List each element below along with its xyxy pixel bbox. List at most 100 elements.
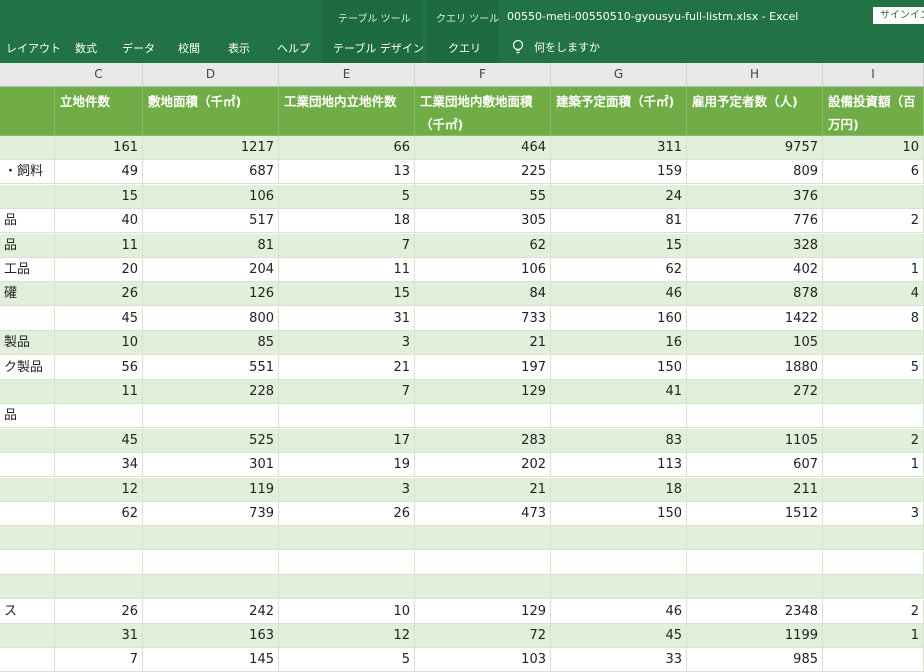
data-cell[interactable]: 145 [143,648,279,672]
row-label-cell[interactable]: 品 [0,404,55,429]
data-cell[interactable]: 105 [687,331,823,356]
data-cell[interactable]: 402 [687,258,823,282]
data-cell[interactable]: 11 [55,233,143,258]
data-cell[interactable]: 45 [551,624,687,648]
tab-help[interactable]: ヘルプ [277,40,310,56]
data-cell[interactable]: 3 [279,331,415,356]
data-cell[interactable] [823,233,924,258]
data-cell[interactable]: 56 [55,355,143,380]
data-cell[interactable]: 1422 [687,306,823,331]
data-cell[interactable]: 85 [143,331,279,356]
data-cell[interactable]: 473 [415,502,551,526]
tell-me-search[interactable]: 何をしますか [512,38,600,56]
data-cell[interactable]: 687 [143,160,279,185]
data-cell[interactable]: 160 [551,306,687,331]
header-cell[interactable]: 工業団地内敷地面積（千㎡) [415,87,551,136]
data-cell[interactable]: 106 [143,184,279,209]
data-cell[interactable]: 16 [551,331,687,356]
header-cell[interactable]: 雇用予定者数（人) [687,87,823,136]
data-cell[interactable]: 228 [143,380,279,404]
row-label-cell[interactable]: 礶 [0,282,55,307]
data-cell[interactable]: 106 [415,258,551,282]
data-cell[interactable]: 7 [279,233,415,258]
data-cell[interactable] [55,404,143,429]
column-header-i[interactable]: I [823,63,924,86]
data-cell[interactable]: 2 [823,599,924,624]
data-cell[interactable]: 150 [551,502,687,526]
data-cell[interactable] [687,404,823,429]
column-header-d[interactable]: D [143,63,279,86]
row-label-cell[interactable] [0,428,55,453]
row-label-cell[interactable] [0,550,55,575]
header-cell[interactable]: 立地件数 [55,87,143,136]
data-cell[interactable] [551,404,687,429]
data-cell[interactable] [279,575,415,600]
tab-review[interactable]: 校閲 [178,40,200,56]
row-label-cell[interactable]: 製品 [0,331,55,356]
data-cell[interactable]: 62 [551,258,687,282]
data-cell[interactable] [415,404,551,429]
header-cell[interactable]: 設備投資額（百万円) [823,87,924,136]
tab-layout[interactable]: レイアウト [6,40,61,56]
data-cell[interactable]: 41 [551,380,687,404]
row-label-cell[interactable]: 品 [0,209,55,234]
data-cell[interactable]: 1199 [687,624,823,648]
data-cell[interactable]: 10 [55,331,143,356]
row-label-cell[interactable] [0,477,55,502]
tab-table-design[interactable]: テーブル デザイン [333,40,424,56]
data-cell[interactable] [143,404,279,429]
data-cell[interactable]: 517 [143,209,279,234]
row-label-cell[interactable]: ス [0,599,55,624]
data-cell[interactable]: 84 [415,282,551,307]
data-cell[interactable]: 202 [415,453,551,478]
data-cell[interactable]: 83 [551,428,687,453]
data-cell[interactable]: 197 [415,355,551,380]
data-cell[interactable]: 21 [415,477,551,502]
data-cell[interactable] [143,550,279,575]
row-label-cell[interactable]: 工品 [0,258,55,282]
data-cell[interactable]: 1 [823,258,924,282]
row-label-cell[interactable] [0,502,55,526]
data-cell[interactable]: 7 [55,648,143,672]
header-cell[interactable]: 工業団地内立地件数 [279,87,415,136]
data-cell[interactable]: 113 [551,453,687,478]
data-cell[interactable]: 211 [687,477,823,502]
data-cell[interactable]: 607 [687,453,823,478]
data-cell[interactable] [687,526,823,551]
data-cell[interactable] [279,550,415,575]
data-cell[interactable]: 21 [279,355,415,380]
tab-view[interactable]: 表示 [228,40,250,56]
data-cell[interactable]: 2 [823,428,924,453]
column-header-c[interactable]: C [55,63,143,86]
data-cell[interactable]: 46 [551,282,687,307]
data-cell[interactable]: 81 [551,209,687,234]
data-cell[interactable]: 129 [415,380,551,404]
data-cell[interactable]: 800 [143,306,279,331]
data-cell[interactable]: 13 [279,160,415,185]
column-header-e[interactable]: E [279,63,415,86]
data-cell[interactable]: 878 [687,282,823,307]
data-cell[interactable]: 9757 [687,136,823,160]
row-label-cell[interactable] [0,624,55,648]
column-header-g[interactable]: G [551,63,687,86]
data-cell[interactable]: 1217 [143,136,279,160]
data-cell[interactable]: 12 [279,624,415,648]
data-cell[interactable]: 3 [279,477,415,502]
data-cell[interactable]: 31 [55,624,143,648]
data-cell[interactable]: 305 [415,209,551,234]
data-cell[interactable] [687,575,823,600]
data-cell[interactable]: 376 [687,184,823,209]
data-cell[interactable]: 1512 [687,502,823,526]
data-cell[interactable] [823,648,924,672]
data-cell[interactable]: 18 [279,209,415,234]
data-cell[interactable]: 15 [55,184,143,209]
data-cell[interactable]: 26 [55,599,143,624]
data-cell[interactable]: 20 [55,258,143,282]
data-cell[interactable]: 525 [143,428,279,453]
data-cell[interactable]: 776 [687,209,823,234]
data-cell[interactable]: 10 [279,599,415,624]
data-cell[interactable] [55,575,143,600]
row-label-cell[interactable] [0,648,55,672]
data-cell[interactable]: 272 [687,380,823,404]
column-header-h[interactable]: H [687,63,823,86]
